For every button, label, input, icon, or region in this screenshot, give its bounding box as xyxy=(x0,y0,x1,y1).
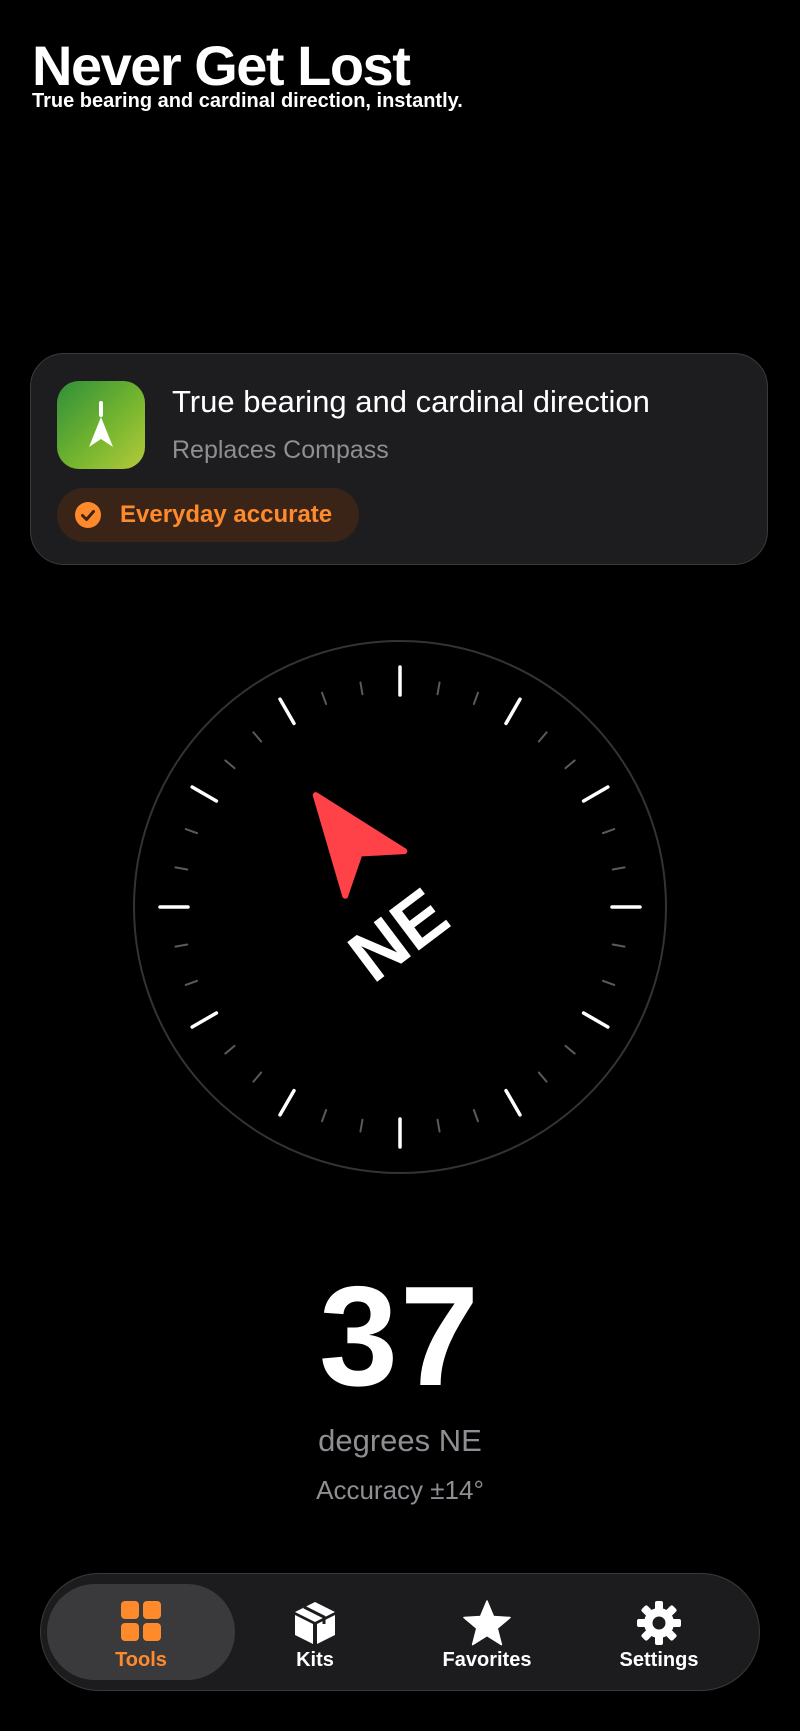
heading-value: 37 xyxy=(319,1257,481,1416)
compass-minor-tick xyxy=(472,1108,479,1123)
compass-major-tick xyxy=(190,785,219,803)
star-icon xyxy=(463,1600,511,1646)
compass-minor-tick xyxy=(252,731,263,743)
grid-icon xyxy=(121,1601,161,1641)
compass-minor-tick xyxy=(611,866,626,871)
compass-minor-tick xyxy=(537,731,548,743)
tool-card[interactable]: True bearing and cardinal direction Repl… xyxy=(30,353,768,565)
tab-tools-label: Tools xyxy=(115,1649,167,1671)
check-circle-icon xyxy=(75,502,101,528)
needle-arrow xyxy=(312,792,408,899)
compass-needle xyxy=(312,792,408,899)
compass-arrow-icon xyxy=(57,381,145,469)
compass-minor-tick xyxy=(472,691,479,706)
tab-kits[interactable]: Kits xyxy=(221,1584,409,1680)
compass-minor-tick xyxy=(359,681,364,696)
compass-minor-tick xyxy=(184,979,199,986)
compass-minor-tick xyxy=(436,681,441,696)
compass-minor-tick xyxy=(174,943,189,948)
compass-minor-tick xyxy=(564,1044,576,1055)
direction-label: NE xyxy=(335,873,463,997)
tab-favorites[interactable]: Favorites xyxy=(393,1584,581,1680)
compass-major-tick xyxy=(504,1088,522,1117)
compass-major-tick xyxy=(504,697,522,726)
tab-kits-label: Kits xyxy=(296,1649,334,1671)
compass-minor-tick xyxy=(224,759,236,770)
card-title: True bearing and cardinal direction xyxy=(172,384,650,419)
accuracy-badge-label: Everyday accurate xyxy=(120,501,333,528)
compass-minor-tick xyxy=(564,759,576,770)
tab-settings[interactable]: Settings xyxy=(565,1584,753,1680)
compass-major-tick xyxy=(581,1011,610,1029)
page-title: Never Get Lost xyxy=(32,34,411,97)
card-subtitle: Replaces Compass xyxy=(172,436,389,464)
accuracy-badge: Everyday accurate xyxy=(57,488,359,542)
compass-minor-tick xyxy=(537,1071,548,1083)
tab-tools[interactable]: Tools xyxy=(47,1584,235,1680)
compass-minor-tick xyxy=(601,979,616,986)
page-subtitle: True bearing and cardinal direction, ins… xyxy=(32,90,463,112)
tab-bar: Tools Kits Favorites Settings xyxy=(40,1573,760,1691)
header: Never Get Lost True bearing and cardinal… xyxy=(32,34,463,112)
compass-minor-tick xyxy=(184,828,199,835)
compass-minor-tick xyxy=(252,1071,263,1083)
compass-major-tick xyxy=(581,785,610,803)
compass-minor-tick xyxy=(321,1108,328,1123)
compass-major-tick xyxy=(278,697,296,726)
heading-label: degrees NE xyxy=(318,1423,482,1458)
compass-major-tick xyxy=(278,1088,296,1117)
box-icon xyxy=(295,1602,335,1644)
compass-major-tick xyxy=(190,1011,219,1029)
compass-minor-tick xyxy=(174,866,189,871)
tab-settings-label: Settings xyxy=(619,1649,699,1671)
compass-minor-tick xyxy=(611,943,626,948)
compass-minor-tick xyxy=(601,828,616,835)
compass-dial: NE xyxy=(130,637,670,1177)
compass-minor-tick xyxy=(436,1118,441,1133)
accuracy-label: Accuracy ±14° xyxy=(316,1475,484,1505)
compass-minor-tick xyxy=(224,1044,236,1055)
gear-icon xyxy=(637,1601,681,1645)
tab-favorites-label: Favorites xyxy=(442,1649,532,1671)
compass-minor-tick xyxy=(321,691,328,706)
compass-minor-tick xyxy=(359,1118,364,1133)
